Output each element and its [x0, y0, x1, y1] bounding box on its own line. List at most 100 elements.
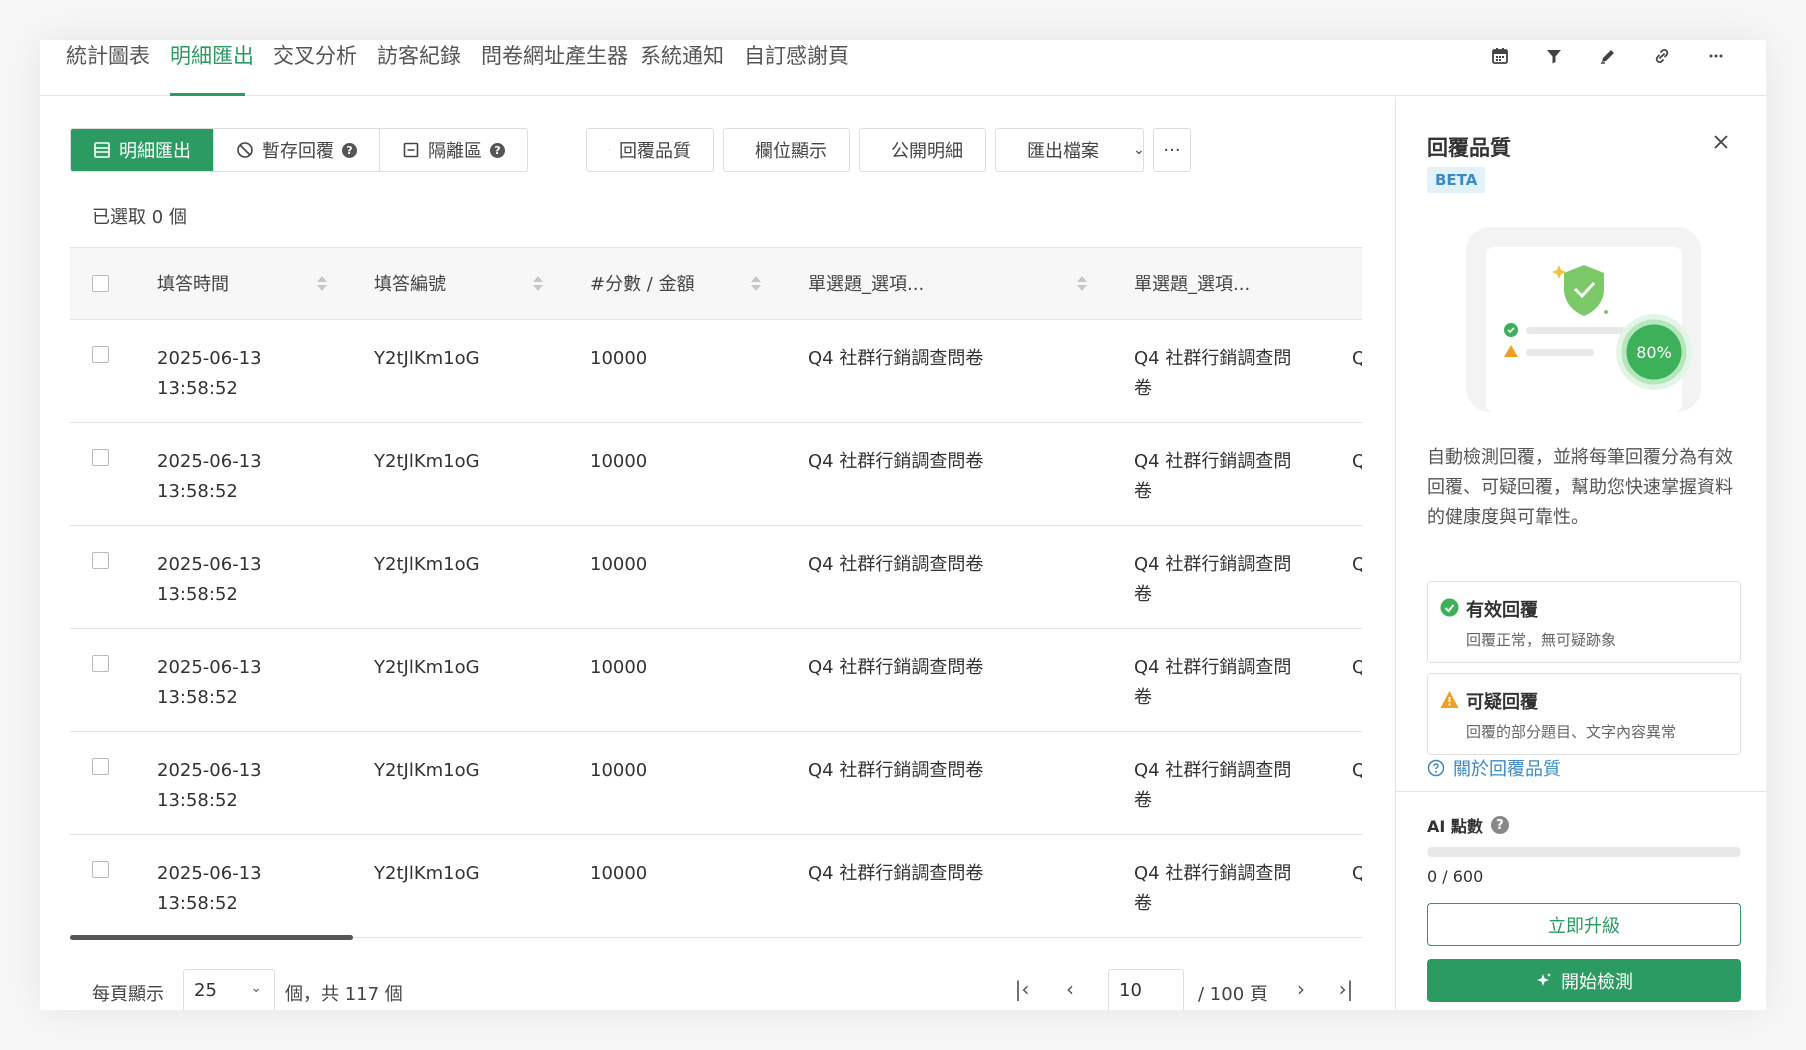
cell-choice: Q4 社群行銷調查問: [1134, 451, 1292, 472]
calendar-icon[interactable]: [1488, 44, 1512, 68]
row-checkbox[interactable]: [92, 449, 109, 466]
per-page-label: 每頁顯示: [92, 984, 164, 1005]
drafts-segment[interactable]: 暫存回覆 ?: [214, 129, 380, 171]
tab-url-generator[interactable]: 問卷網址產生器: [481, 40, 628, 96]
suspicious-subtitle: 回覆的部分題目、文字內容異常: [1466, 723, 1677, 741]
start-detection-button[interactable]: 開始檢測: [1427, 959, 1741, 1002]
next-page-icon[interactable]: ›: [1289, 977, 1313, 1001]
table-row[interactable]: 2025-06-13 13:58:52 Y2tJlKm1oG 10000 Q4 社…: [70, 629, 1362, 732]
tab-cross-analysis[interactable]: 交叉分析: [273, 40, 357, 96]
filter-icon[interactable]: [1542, 44, 1566, 68]
close-icon[interactable]: [1712, 133, 1730, 151]
row-checkbox[interactable]: [92, 552, 109, 569]
cell-id: Y2tJlKm1oG: [374, 657, 480, 678]
public-details-label: 公開明細: [891, 141, 963, 162]
link-icon[interactable]: [1650, 44, 1674, 68]
export-file-button[interactable]: 匯出檔案 ⌄: [995, 128, 1145, 172]
select-all-checkbox[interactable]: [92, 275, 109, 292]
suspicious-response-card: 可疑回覆 回覆的部分題目、文字內容異常: [1427, 673, 1741, 755]
table-icon: [94, 142, 110, 158]
valid-response-card: 有效回覆 回覆正常，無可疑跡象: [1427, 581, 1741, 663]
ai-points-progress: [1427, 847, 1741, 857]
more-icon: ···: [1163, 139, 1181, 161]
chevron-down-icon[interactable]: ⌄: [1133, 142, 1145, 158]
column-header[interactable]: 單選題_選項...: [1134, 248, 1250, 321]
sort-icon[interactable]: [317, 276, 327, 292]
cell-id: Y2tJlKm1oG: [374, 451, 480, 472]
help-circle-icon: [1427, 759, 1445, 777]
cell-choice: Q4 社群行銷調查問卷: [808, 863, 984, 884]
row-checkbox[interactable]: [92, 346, 109, 363]
more-icon[interactable]: [1704, 44, 1728, 68]
cell-choice: Q4 社群行銷調查問卷: [808, 348, 984, 369]
tab-thank-you-page[interactable]: 自訂感謝頁: [744, 40, 849, 96]
cell-date: 2025-06-13: [157, 451, 262, 472]
column-header[interactable]: 單選題_選項...: [808, 248, 924, 321]
first-page-icon[interactable]: |‹: [1010, 977, 1034, 1001]
column-header[interactable]: 填答編號: [374, 248, 446, 321]
cell-choice-clipped: Q: [1352, 451, 1362, 472]
cell-choice-wrap: 卷: [1134, 584, 1152, 605]
row-checkbox[interactable]: [92, 861, 109, 878]
column-header[interactable]: 填答時間: [157, 248, 229, 321]
help-icon[interactable]: ?: [342, 142, 357, 158]
table-row[interactable]: 2025-06-13 13:58:52 Y2tJlKm1oG 10000 Q4 社…: [70, 526, 1362, 629]
cell-score: 10000: [590, 657, 648, 678]
tab-statistics[interactable]: 統計圖表: [66, 40, 150, 96]
sort-icon[interactable]: [751, 276, 761, 292]
help-icon[interactable]: ?: [1490, 816, 1509, 834]
table-row[interactable]: 2025-06-13 13:58:52 Y2tJlKm1oG 10000 Q4 社…: [70, 320, 1362, 423]
column-header[interactable]: #分數 / 金額: [590, 248, 695, 321]
cell-choice: Q4 社群行銷調查問: [1134, 760, 1292, 781]
top-icon-toolbar: [1488, 40, 1728, 72]
tab-system-notice[interactable]: 系統通知: [640, 40, 724, 96]
horizontal-scrollbar[interactable]: [70, 935, 353, 940]
more-options-button[interactable]: ···: [1153, 128, 1191, 172]
about-quality-label: 關於回覆品質: [1453, 759, 1561, 780]
upgrade-button[interactable]: 立即升級: [1427, 903, 1741, 946]
cell-choice-clipped: Q: [1352, 760, 1362, 781]
total-pages: / 100 頁: [1198, 984, 1268, 1005]
page-value: 10: [1119, 980, 1142, 1001]
cell-id: Y2tJlKm1oG: [374, 554, 480, 575]
cell-time: 13:58:52: [157, 378, 238, 399]
table-row[interactable]: 2025-06-13 13:58:52 Y2tJlKm1oG 10000 Q4 社…: [70, 423, 1362, 526]
cell-time: 13:58:52: [157, 584, 238, 605]
app-window: 統計圖表 明細匯出 交叉分析 訪客紀錄 問卷網址產生器 系統通知 自訂感謝頁 明…: [40, 40, 1766, 1010]
table-row[interactable]: 2025-06-13 13:58:52 Y2tJlKm1oG 10000 Q4 社…: [70, 732, 1362, 835]
tab-details-export[interactable]: 明細匯出: [170, 40, 254, 96]
public-details-button[interactable]: 公開明細: [859, 128, 986, 172]
row-checkbox[interactable]: [92, 758, 109, 775]
suspicious-title: 可疑回覆: [1466, 692, 1538, 713]
sort-icon[interactable]: [1077, 276, 1087, 292]
prev-page-icon[interactable]: ‹: [1058, 977, 1082, 1001]
cell-score: 10000: [590, 451, 648, 472]
cell-choice-clipped: Q: [1352, 657, 1362, 678]
page-input[interactable]: 10: [1108, 969, 1184, 1010]
valid-title: 有效回覆: [1466, 600, 1538, 621]
cell-choice: Q4 社群行銷調查問: [1134, 863, 1292, 884]
column-display-button[interactable]: 欄位顯示: [723, 128, 850, 172]
details-export-segment[interactable]: 明細匯出: [71, 129, 214, 171]
table-row[interactable]: 2025-06-13 13:58:52 Y2tJlKm1oG 10000 Q4 社…: [70, 835, 1362, 938]
cell-choice-wrap: 卷: [1134, 893, 1152, 914]
last-page-icon[interactable]: ›|: [1334, 977, 1358, 1001]
row-checkbox[interactable]: [92, 655, 109, 672]
response-quality-button[interactable]: 回覆品質: [586, 128, 714, 172]
cell-choice-clipped: Q: [1352, 348, 1362, 369]
cell-id: Y2tJlKm1oG: [374, 348, 480, 369]
help-icon[interactable]: ?: [490, 142, 505, 158]
cell-choice: Q4 社群行銷調查問卷: [808, 554, 984, 575]
edit-icon[interactable]: [1596, 44, 1620, 68]
cell-time: 13:58:52: [157, 790, 238, 811]
cell-score: 10000: [590, 760, 648, 781]
cell-id: Y2tJlKm1oG: [374, 863, 480, 884]
sort-icon[interactable]: [533, 276, 543, 292]
per-page-select[interactable]: 25 ⌄: [183, 969, 275, 1010]
about-quality-link[interactable]: 關於回覆品質: [1427, 755, 1561, 781]
quarantine-segment[interactable]: 隔離區 ?: [380, 129, 527, 171]
view-switcher: 明細匯出 暫存回覆 ? 隔離區 ?: [70, 128, 528, 172]
cell-choice: Q4 社群行銷調查問: [1134, 554, 1292, 575]
chevron-down-icon: ⌄: [250, 980, 262, 996]
tab-visitor-log[interactable]: 訪客紀錄: [377, 40, 461, 96]
